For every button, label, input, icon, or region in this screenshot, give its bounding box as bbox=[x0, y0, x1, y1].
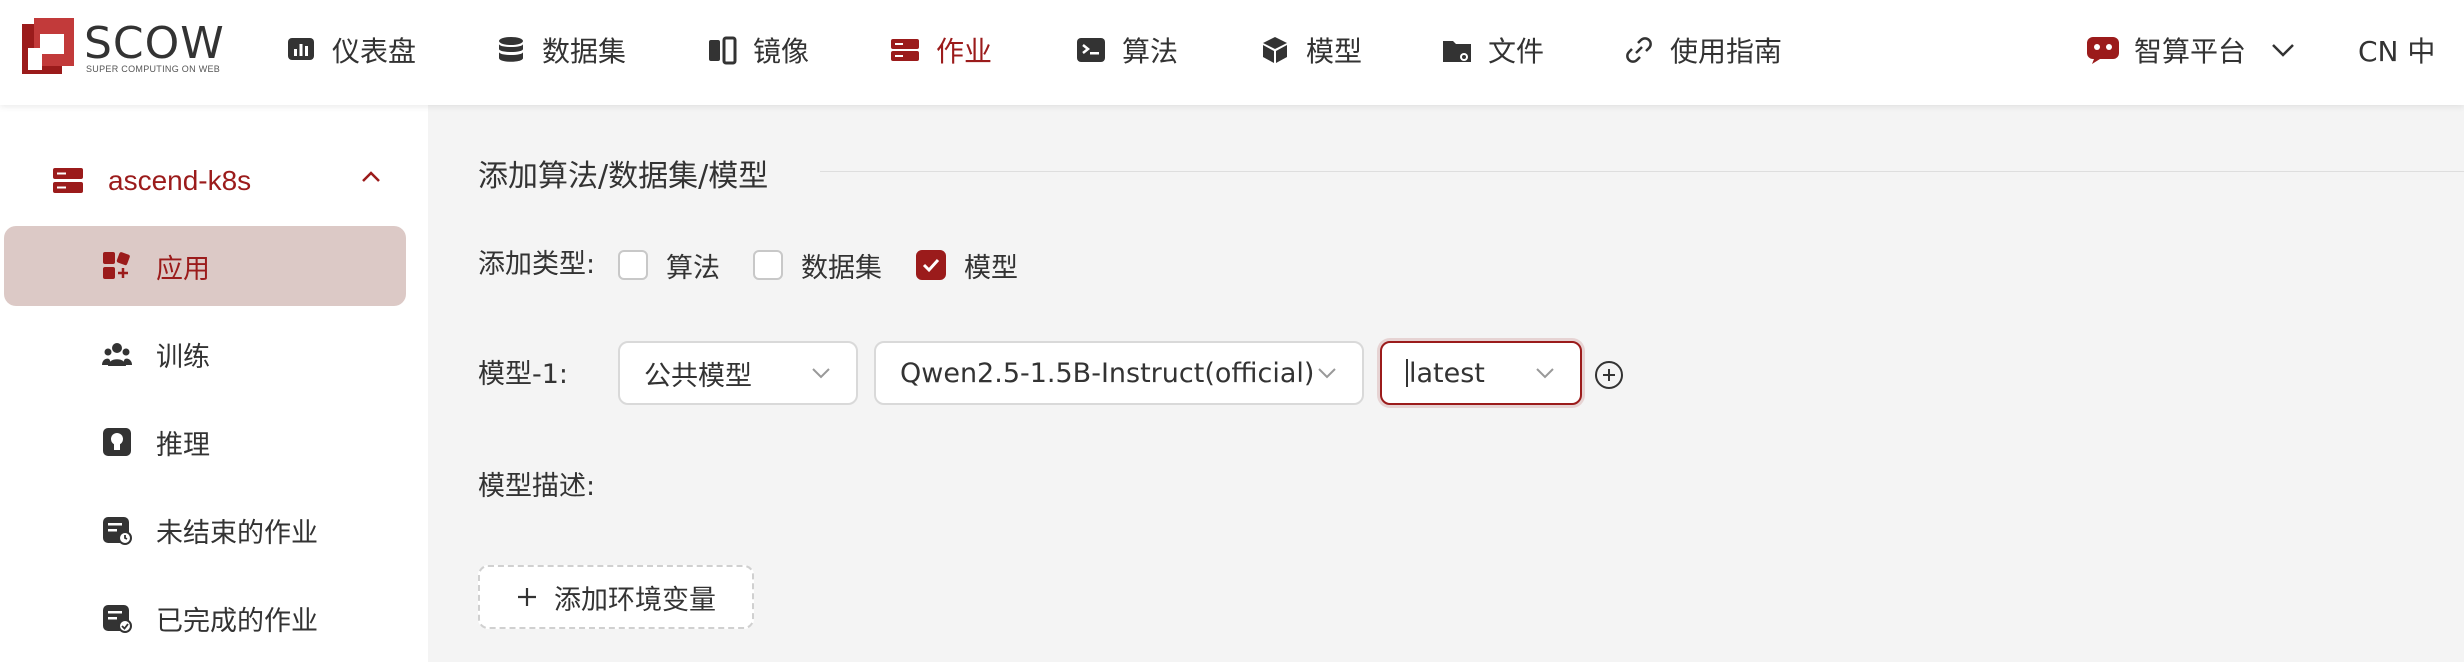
section-title: 添加算法/数据集/模型 bbox=[478, 159, 769, 194]
model-desc-label: 模型描述: bbox=[478, 471, 596, 502]
checkbox-box[interactable] bbox=[618, 250, 648, 280]
nav-jobs-label: 作业 bbox=[936, 35, 993, 68]
cluster-menu[interactable]: ascend-k8s bbox=[52, 155, 382, 207]
nav-datasets[interactable]: 数据集 bbox=[496, 28, 626, 72]
add-type-label: 添加类型: bbox=[478, 249, 596, 280]
sidebar-item-running-jobs-label: 未结束的作业 bbox=[156, 517, 318, 549]
nav-guide[interactable]: 使用指南 bbox=[1624, 28, 1782, 72]
team-icon bbox=[102, 343, 132, 366]
nav-files-label: 文件 bbox=[1488, 35, 1545, 68]
cluster-name: ascend-k8s bbox=[108, 165, 252, 196]
section-divider bbox=[820, 171, 2464, 172]
nav-algorithms[interactable]: 算法 bbox=[1076, 28, 1178, 72]
sidebar-item-apps[interactable]: 应用 bbox=[4, 226, 406, 306]
sidebar-item-finished-jobs[interactable]: 已完成的作业 bbox=[4, 578, 406, 658]
model-source-select[interactable]: 公共模型 bbox=[618, 341, 858, 405]
link-icon bbox=[1626, 37, 1652, 63]
model-name-select[interactable]: Qwen2.5-1.5B-Instruct(official) bbox=[874, 341, 1364, 405]
nav-dashboard[interactable]: 仪表盘 bbox=[286, 28, 416, 72]
add-env-button[interactable]: 添加环境变量 bbox=[478, 565, 754, 629]
folder-icon bbox=[1443, 41, 1471, 62]
sidebar-item-inference[interactable]: 推理 bbox=[4, 402, 406, 482]
chevron-down-icon bbox=[812, 368, 830, 379]
text-caret bbox=[1406, 359, 1408, 387]
finished-job-icon bbox=[103, 605, 132, 633]
check-icon bbox=[922, 258, 940, 273]
add-env-label: 添加环境变量 bbox=[554, 584, 716, 616]
sidebar-item-training-label: 训练 bbox=[156, 341, 210, 373]
nav-jobs[interactable]: 作业 bbox=[890, 28, 992, 72]
checkbox-box-checked[interactable] bbox=[916, 250, 946, 280]
bulb-icon bbox=[103, 428, 131, 456]
scow-logo[interactable]: SCOW SUPER COMPUTING ON WEB bbox=[22, 16, 225, 82]
database-icon bbox=[499, 37, 523, 62]
type-checkbox-model-label: 模型 bbox=[964, 252, 1018, 284]
nav-models[interactable]: 模型 bbox=[1260, 28, 1362, 72]
model-version-value: latest bbox=[1409, 357, 1485, 389]
scow-logo-icon bbox=[22, 18, 74, 74]
nav-images[interactable]: 镜像 bbox=[707, 28, 809, 72]
nav-guide-label: 使用指南 bbox=[1670, 35, 1783, 68]
chevron-down-icon bbox=[1318, 368, 1336, 379]
nav-datasets-label: 数据集 bbox=[542, 35, 627, 68]
checkbox-box[interactable] bbox=[753, 250, 783, 280]
sidebar-item-apps-label: 应用 bbox=[156, 253, 210, 285]
chevron-up-icon bbox=[362, 171, 380, 182]
chevron-down-icon bbox=[1536, 368, 1554, 379]
model-name-value: Qwen2.5-1.5B-Instruct(official) bbox=[900, 357, 1315, 389]
sidebar-item-running-jobs[interactable]: 未结束的作业 bbox=[4, 490, 406, 570]
add-model-icon[interactable] bbox=[1594, 360, 1624, 390]
type-checkbox-model[interactable]: 模型 bbox=[916, 245, 1018, 285]
type-checkbox-algorithm[interactable]: 算法 bbox=[618, 245, 720, 285]
nav-models-label: 模型 bbox=[1306, 35, 1363, 68]
job-icon bbox=[891, 39, 919, 61]
cube-icon bbox=[1263, 37, 1287, 63]
server-icon bbox=[53, 168, 83, 193]
platform-switcher[interactable]: 智算平台 bbox=[2086, 28, 2296, 72]
language-label: CN 中 bbox=[2358, 35, 2436, 68]
plus-icon bbox=[518, 588, 536, 606]
type-checkbox-dataset-label: 数据集 bbox=[801, 252, 882, 284]
terminal-icon bbox=[1077, 38, 1105, 62]
brand-tagline: SUPER COMPUTING ON WEB bbox=[86, 64, 221, 74]
nav-algorithms-label: 算法 bbox=[1122, 35, 1179, 68]
running-job-icon bbox=[103, 517, 132, 545]
image-icon bbox=[709, 36, 737, 65]
platform-label: 智算平台 bbox=[2134, 35, 2247, 68]
nav-images-label: 镜像 bbox=[753, 35, 810, 68]
brand-name: SCOW bbox=[84, 18, 225, 69]
sidebar-item-training[interactable]: 训练 bbox=[4, 314, 406, 394]
sidebar-item-inference-label: 推理 bbox=[156, 429, 210, 461]
language-switcher[interactable]: CN 中 bbox=[2358, 28, 2435, 72]
type-checkbox-dataset[interactable]: 数据集 bbox=[753, 245, 882, 285]
apps-icon bbox=[103, 252, 130, 279]
top-navbar: SCOW SUPER COMPUTING ON WEB 仪表盘 数据集 镜像 作… bbox=[0, 0, 2464, 105]
nav-dashboard-label: 仪表盘 bbox=[332, 35, 417, 68]
model-version-select[interactable]: latest bbox=[1380, 341, 1582, 405]
nav-files[interactable]: 文件 bbox=[1442, 28, 1544, 72]
model-row-label: 模型-1: bbox=[478, 359, 569, 390]
main-content: 添加算法/数据集/模型 添加类型: 算法 数据集 模型 模型-1: 公共模型 Q… bbox=[428, 105, 2464, 662]
model-source-value: 公共模型 bbox=[644, 360, 752, 392]
robot-icon bbox=[2087, 37, 2119, 64]
sidebar-item-finished-jobs-label: 已完成的作业 bbox=[156, 605, 318, 637]
dashboard-icon bbox=[288, 38, 314, 60]
chevron-down-icon bbox=[2272, 44, 2294, 57]
type-checkbox-algorithm-label: 算法 bbox=[666, 252, 720, 284]
sidebar: ascend-k8s 应用 训练 推理 未结束的作业 已完成的作业 bbox=[0, 105, 428, 662]
